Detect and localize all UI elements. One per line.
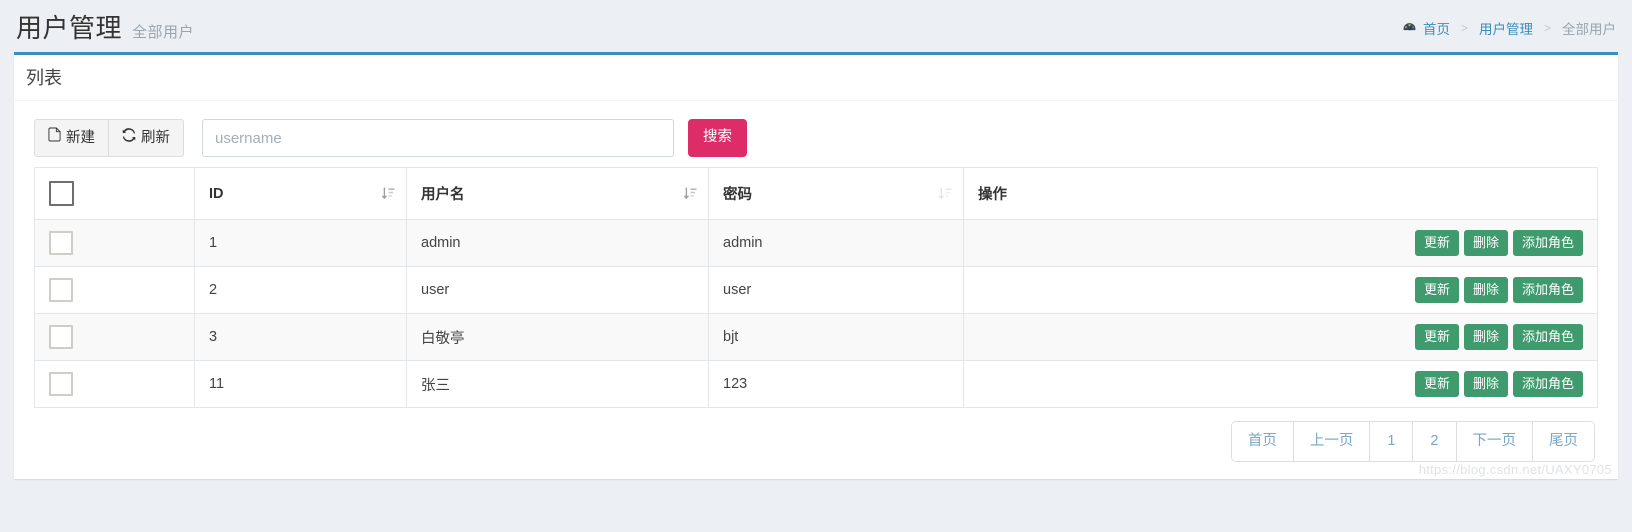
th-password[interactable]: 密码 bbox=[708, 167, 964, 220]
cell-id: 1 bbox=[194, 219, 407, 267]
cell-id: 11 bbox=[194, 360, 407, 408]
new-button-label: 新建 bbox=[66, 129, 95, 146]
table-row: 2 user user 更新 删除 添加角色 bbox=[34, 266, 1598, 314]
table-row: 11 张三 123 更新 删除 添加角色 bbox=[34, 360, 1598, 408]
cell-username: 白敬亭 bbox=[406, 313, 709, 361]
th-username[interactable]: 用户名 bbox=[406, 167, 709, 220]
table-header-row: ID 用户名 密码 操作 bbox=[34, 167, 1598, 220]
page-title-text: 用户管理 bbox=[16, 13, 123, 43]
cell-select bbox=[34, 360, 195, 408]
row-checkbox[interactable] bbox=[49, 278, 73, 302]
sort-descending-icon[interactable] bbox=[381, 186, 396, 201]
table-head: ID 用户名 密码 操作 bbox=[34, 167, 1598, 220]
cell-operations: 更新 删除 添加角色 bbox=[963, 360, 1598, 408]
delete-button[interactable]: 删除 bbox=[1463, 229, 1508, 257]
row-checkbox[interactable] bbox=[49, 325, 73, 349]
th-operations-label: 操作 bbox=[978, 187, 1007, 203]
pagination-first[interactable]: 首页 bbox=[1231, 422, 1294, 461]
cell-operations: 更新 删除 添加角色 bbox=[963, 219, 1598, 267]
table-row: 3 白敬亭 bjt 更新 删除 添加角色 bbox=[34, 313, 1598, 361]
pagination-last[interactable]: 尾页 bbox=[1533, 422, 1594, 461]
content-header: 用户管理 全部用户 首页 > 用户管理 > 全部用户 bbox=[0, 0, 1632, 52]
sort-descending-icon[interactable] bbox=[683, 186, 698, 201]
cell-select bbox=[34, 313, 195, 361]
search-button[interactable]: 搜索 bbox=[688, 119, 747, 157]
refresh-button-label: 刷新 bbox=[141, 129, 170, 146]
pagination-page-1[interactable]: 1 bbox=[1370, 422, 1414, 461]
breadcrumb: 首页 > 用户管理 > 全部用户 bbox=[1400, 18, 1618, 38]
cell-password: bjt bbox=[708, 313, 964, 361]
cell-password: 123 bbox=[708, 360, 964, 408]
page-subtitle: 全部用户 bbox=[132, 24, 195, 41]
refresh-icon bbox=[122, 127, 136, 149]
breadcrumb-separator-1: > bbox=[1460, 21, 1468, 35]
breadcrumb-item-all-users: 全部用户 bbox=[1562, 22, 1616, 37]
table-container: ID 用户名 密码 操作 1 admin admin 更新 删除 添加角色 2 … bbox=[24, 167, 1608, 408]
th-id[interactable]: ID bbox=[194, 167, 407, 220]
pagination-page-2[interactable]: 2 bbox=[1413, 422, 1457, 461]
users-table: ID 用户名 密码 操作 1 admin admin 更新 删除 添加角色 2 … bbox=[34, 167, 1598, 408]
delete-button[interactable]: 删除 bbox=[1463, 323, 1508, 351]
breadcrumb-item-home[interactable]: 首页 bbox=[1400, 18, 1452, 38]
delete-button[interactable]: 删除 bbox=[1463, 276, 1508, 304]
cell-password: admin bbox=[708, 219, 964, 267]
cell-username: 张三 bbox=[406, 360, 709, 408]
cell-username: admin bbox=[406, 219, 709, 267]
add-role-button[interactable]: 添加角色 bbox=[1512, 276, 1583, 304]
refresh-button[interactable]: 刷新 bbox=[109, 119, 184, 157]
card-title: 列表 bbox=[26, 68, 62, 88]
add-role-button[interactable]: 添加角色 bbox=[1512, 323, 1583, 351]
update-button[interactable]: 更新 bbox=[1414, 229, 1459, 257]
cell-select bbox=[34, 219, 195, 267]
delete-button[interactable]: 删除 bbox=[1463, 370, 1508, 398]
pagination-row: 首页 上一页 1 2 下一页 尾页 bbox=[24, 408, 1608, 461]
list-card: 列表 新建 刷新 username 搜索 ID 用户名 密码 操作 1 admi… bbox=[14, 52, 1618, 479]
new-button[interactable]: 新建 bbox=[34, 119, 109, 157]
th-password-label: 密码 bbox=[723, 187, 752, 203]
pagination: 首页 上一页 1 2 下一页 尾页 bbox=[1231, 422, 1594, 461]
card-body: 新建 刷新 搜索 bbox=[14, 101, 1618, 479]
cell-username: user bbox=[406, 266, 709, 314]
update-button[interactable]: 更新 bbox=[1414, 276, 1459, 304]
th-operations: 操作 bbox=[963, 167, 1598, 220]
toolbar: 新建 刷新 搜索 bbox=[24, 113, 1608, 167]
update-button[interactable]: 更新 bbox=[1414, 370, 1459, 398]
update-button[interactable]: 更新 bbox=[1414, 323, 1459, 351]
watermark: https://blog.csdn.net/UAXY0705 bbox=[1418, 461, 1612, 477]
cell-password: user bbox=[708, 266, 964, 314]
row-checkbox[interactable] bbox=[49, 231, 73, 255]
th-username-label: 用户名 bbox=[421, 187, 465, 203]
breadcrumb-separator-2: > bbox=[1543, 21, 1551, 35]
search-input[interactable] bbox=[202, 119, 674, 157]
cell-id: 2 bbox=[194, 266, 407, 314]
dashboard-icon bbox=[1402, 21, 1417, 36]
cell-operations: 更新 删除 添加角色 bbox=[963, 266, 1598, 314]
breadcrumb-label-home: 首页 bbox=[1422, 22, 1450, 37]
table-row: 1 admin admin 更新 删除 添加角色 bbox=[34, 219, 1598, 267]
select-all-checkbox[interactable] bbox=[49, 181, 74, 206]
cell-select bbox=[34, 266, 195, 314]
page-title: 用户管理 全部用户 bbox=[16, 12, 194, 49]
add-role-button[interactable]: 添加角色 bbox=[1512, 370, 1583, 398]
add-role-button[interactable]: 添加角色 bbox=[1512, 229, 1583, 257]
card-header: 列表 bbox=[14, 55, 1618, 101]
cell-id: 3 bbox=[194, 313, 407, 361]
sort-descending-icon[interactable] bbox=[938, 186, 953, 201]
toolbar-button-group: 新建 刷新 bbox=[34, 119, 184, 157]
breadcrumb-item-user-management[interactable]: 用户管理 bbox=[1477, 18, 1535, 38]
th-id-label: ID bbox=[209, 185, 224, 202]
pagination-next[interactable]: 下一页 bbox=[1456, 422, 1533, 461]
th-select-all bbox=[34, 167, 195, 220]
row-checkbox[interactable] bbox=[49, 372, 73, 396]
table-body: 1 admin admin 更新 删除 添加角色 2 user user 更新 删除 添加角色 3 白敬亭… bbox=[34, 219, 1598, 408]
file-icon bbox=[48, 127, 61, 149]
pagination-prev[interactable]: 上一页 bbox=[1293, 422, 1371, 461]
cell-operations: 更新 删除 添加角色 bbox=[963, 313, 1598, 361]
